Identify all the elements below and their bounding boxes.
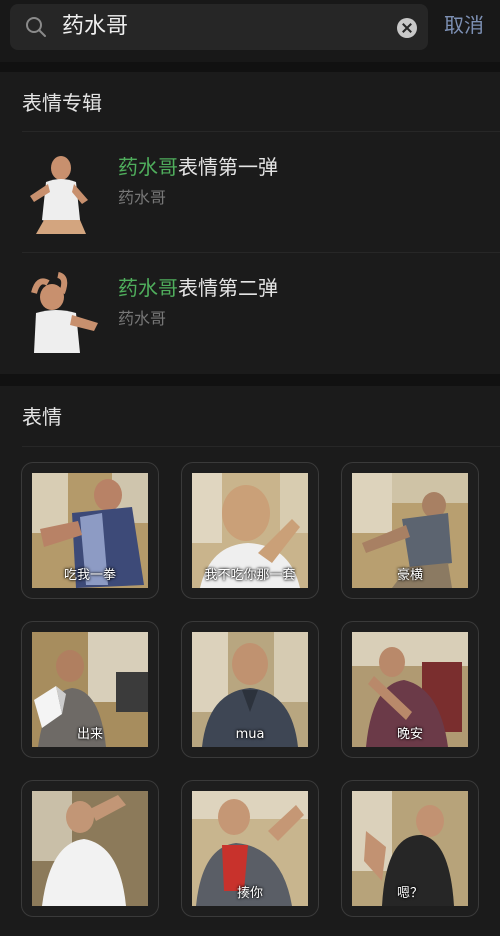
sticker-card[interactable]: 豪横 [341,462,479,599]
cancel-button[interactable]: 取消 [444,11,484,39]
sticker-image: 豪横 [352,473,468,588]
search-box[interactable]: 药水哥 [10,4,428,50]
album-author: 药水哥 [118,188,167,207]
search-input[interactable]: 药水哥 [62,13,128,41]
album-item[interactable]: 药水哥表情第一弹 药水哥 [0,134,500,252]
sticker-image: 我不吃你那一套 [192,473,308,588]
sticker-image [32,791,148,906]
album-author: 药水哥 [118,309,167,328]
search-bar: 药水哥 取消 [0,0,500,62]
album-title-rest: 表情第二弹 [178,276,278,300]
sticker-image: 嗯？ [352,791,468,906]
album-title: 药水哥表情第一弹 [118,154,278,180]
sticker-image: 晚安 [352,632,468,747]
sticker-caption: 晚安 [396,727,423,742]
sticker-section-title: 表情 [22,405,62,429]
search-icon [26,17,46,37]
sticker-card[interactable]: 揍你 [181,780,319,917]
album-title-highlight: 药水哥 [118,155,178,179]
album-section: 表情专辑 药水哥表情第一弹 药水哥 药水哥表情第二弹 药水哥 [0,72,500,374]
sticker-caption: 嗯？ [396,886,423,901]
album-thumbnail [22,150,100,236]
sticker-image: 吃我一拳 [32,473,148,588]
sticker-card[interactable]: 晚安 [341,621,479,758]
sticker-card[interactable]: 嗯？ [341,780,479,917]
sticker-caption: 豪横 [396,568,423,583]
album-thumbnail [22,271,100,357]
sticker-card[interactable]: mua [181,621,319,758]
divider [22,446,500,447]
sticker-caption: 吃我一拳 [63,568,116,583]
divider [22,131,500,132]
sticker-caption: 出来 [76,727,103,742]
sticker-image: mua [192,632,308,747]
sticker-card[interactable]: 我不吃你那一套 [181,462,319,599]
divider [22,252,500,253]
sticker-card[interactable]: 出来 [21,621,159,758]
sticker-caption: 我不吃你那一套 [204,568,296,583]
album-section-title: 表情专辑 [22,91,102,115]
album-item[interactable]: 药水哥表情第二弹 药水哥 [0,255,500,373]
sticker-image: 揍你 [192,791,308,906]
sticker-card[interactable] [21,780,159,917]
sticker-image: 出来 [32,632,148,747]
album-title-rest: 表情第一弹 [178,155,278,179]
clear-icon[interactable] [397,18,417,38]
sticker-caption: 揍你 [236,886,263,901]
album-title: 药水哥表情第二弹 [118,275,278,301]
sticker-caption: mua [235,727,265,742]
sticker-card[interactable]: 吃我一拳 [21,462,159,599]
sticker-section: 表情 吃我一拳 我不吃你那一套 豪横 出来 mua 晚安 揍你 嗯？ [0,386,500,936]
album-title-highlight: 药水哥 [118,276,178,300]
